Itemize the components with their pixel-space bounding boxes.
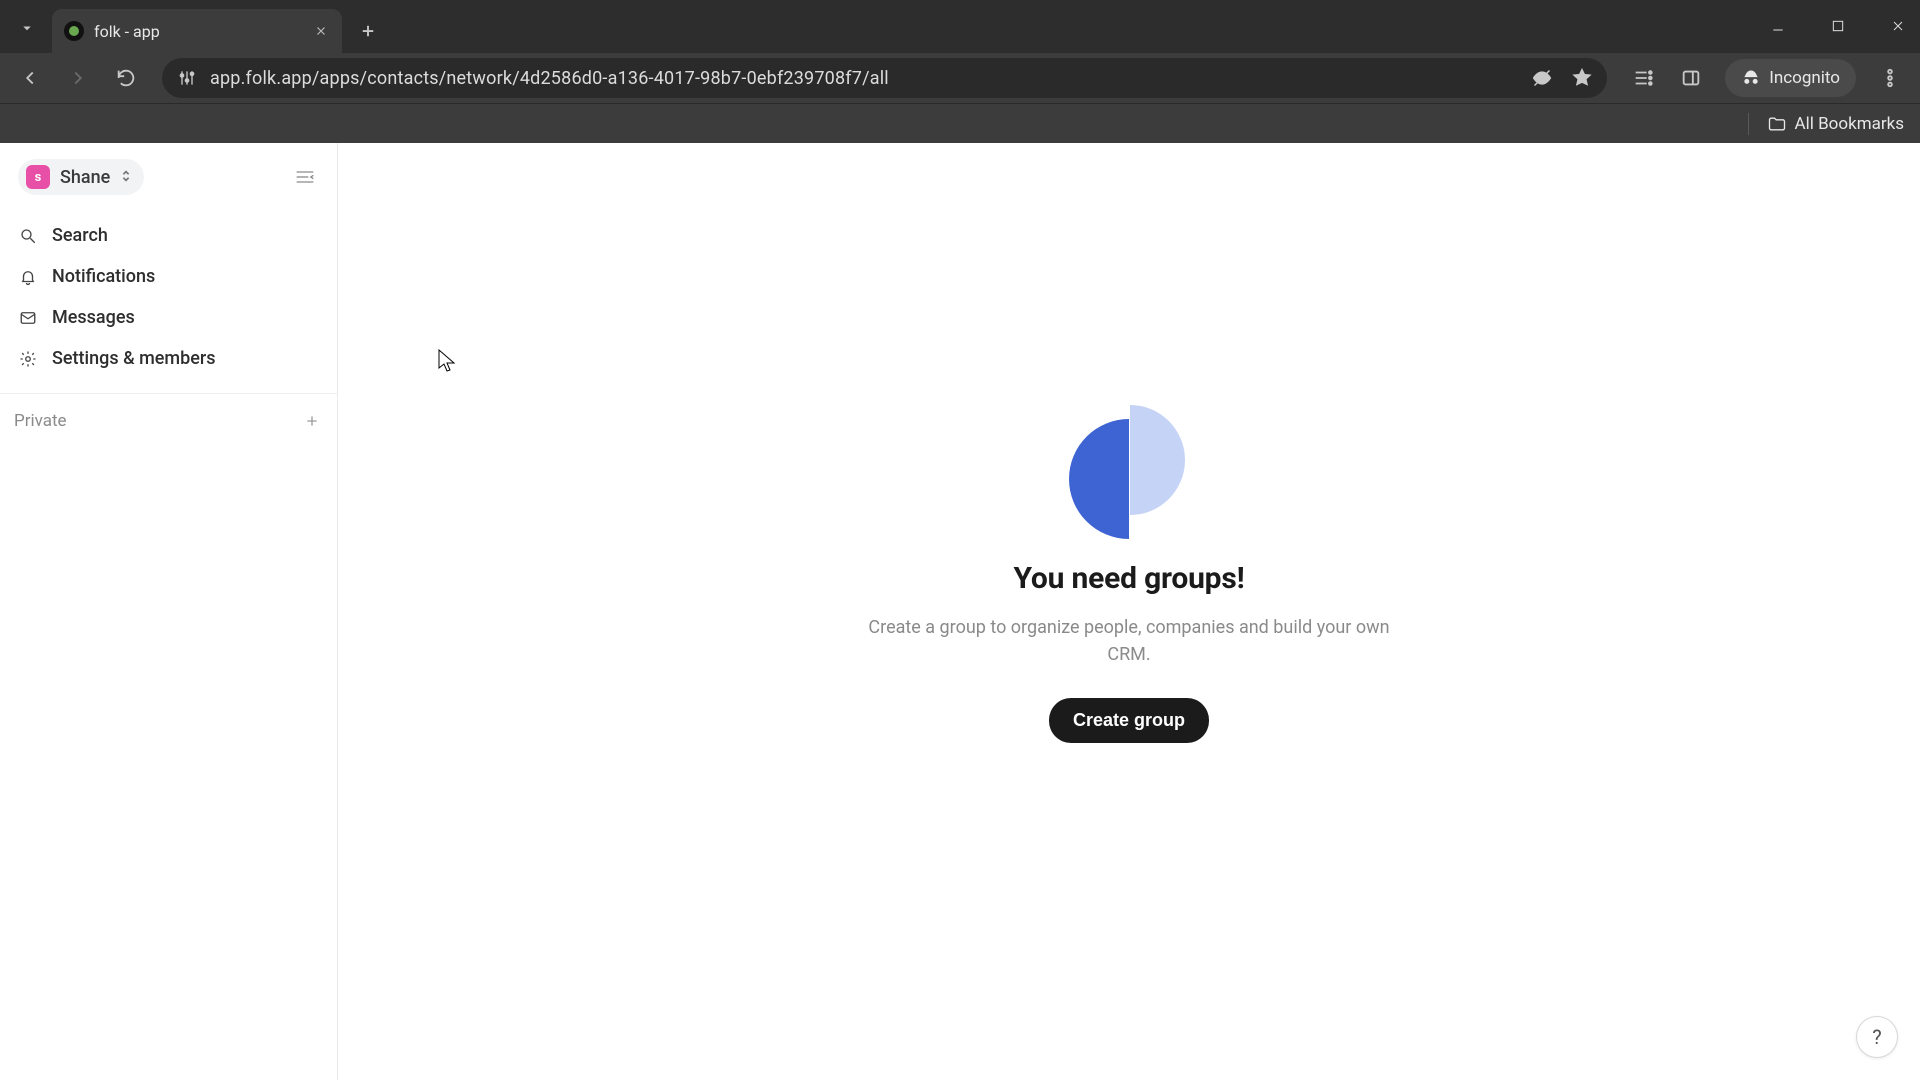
main-content: You need groups! Create a group to organ…	[338, 143, 1920, 1080]
bookmark-star-icon[interactable]	[1571, 67, 1593, 89]
tab-search-button[interactable]	[8, 9, 46, 47]
search-icon	[18, 226, 38, 246]
mail-icon	[18, 308, 38, 328]
sidebar-item-label: Messages	[52, 307, 135, 328]
sidebar-nav: Search Notifications Messages Settings &…	[0, 211, 337, 394]
maximize-button[interactable]	[1822, 10, 1854, 42]
pie-chart-illustration	[1069, 405, 1189, 525]
app-root: s Shane Search Notifications Message	[0, 143, 1920, 1080]
url-text: app.folk.app/apps/contacts/network/4d258…	[210, 68, 1519, 89]
new-tab-button[interactable]	[350, 13, 386, 49]
sidebar-item-messages[interactable]: Messages	[8, 297, 329, 338]
sidebar-item-label: Notifications	[52, 266, 155, 287]
sidebar-section-private: Private	[0, 394, 337, 448]
incognito-indicator[interactable]: Incognito	[1725, 59, 1856, 97]
bell-icon	[18, 267, 38, 287]
workspace-avatar: s	[26, 165, 50, 189]
divider	[1748, 113, 1749, 135]
site-settings-icon[interactable]	[176, 67, 198, 89]
back-button[interactable]	[10, 58, 50, 98]
sidebar-item-label: Search	[52, 225, 108, 246]
create-group-button[interactable]: Create group	[1049, 698, 1209, 743]
collapse-sidebar-button[interactable]	[291, 163, 319, 191]
empty-state-title: You need groups!	[849, 561, 1409, 596]
empty-state: You need groups! Create a group to organ…	[849, 405, 1409, 743]
side-panel-icon[interactable]	[1671, 58, 1711, 98]
sidebar-item-search[interactable]: Search	[8, 215, 329, 256]
add-private-group-button[interactable]	[301, 410, 323, 432]
mouse-cursor	[438, 349, 456, 375]
all-bookmarks-button[interactable]: All Bookmarks	[1767, 114, 1904, 134]
browser-tab[interactable]: folk - app	[52, 9, 342, 53]
sidebar-header: s Shane	[0, 143, 337, 211]
all-bookmarks-label: All Bookmarks	[1795, 114, 1904, 134]
address-bar[interactable]: app.folk.app/apps/contacts/network/4d258…	[162, 58, 1607, 98]
browser-toolbar: app.folk.app/apps/contacts/network/4d258…	[0, 53, 1920, 103]
eye-off-icon[interactable]	[1531, 67, 1553, 89]
sidebar-item-label: Settings & members	[52, 348, 215, 369]
chevron-updown-icon	[120, 168, 132, 187]
close-window-button[interactable]	[1882, 10, 1914, 42]
reading-list-icon[interactable]	[1623, 58, 1663, 98]
tab-favicon	[64, 21, 84, 41]
tab-title: folk - app	[94, 22, 302, 41]
reload-button[interactable]	[106, 58, 146, 98]
section-title: Private	[14, 411, 67, 431]
sidebar-item-settings[interactable]: Settings & members	[8, 338, 329, 379]
window-controls	[1762, 10, 1914, 42]
workspace-name: Shane	[60, 167, 110, 188]
help-button[interactable]: ?	[1856, 1016, 1898, 1058]
sidebar: s Shane Search Notifications Message	[0, 143, 338, 1080]
workspace-switcher[interactable]: s Shane	[18, 159, 144, 195]
gear-icon	[18, 349, 38, 369]
minimize-button[interactable]	[1762, 10, 1794, 42]
forward-button[interactable]	[58, 58, 98, 98]
browser-menu-button[interactable]	[1870, 58, 1910, 98]
tab-close-button[interactable]	[312, 22, 330, 40]
browser-chrome: folk - app app.folk.app/apps/contacts/ne…	[0, 0, 1920, 143]
sidebar-item-notifications[interactable]: Notifications	[8, 256, 329, 297]
tab-strip: folk - app	[0, 0, 1920, 53]
bookmarks-bar: All Bookmarks	[0, 103, 1920, 143]
incognito-label: Incognito	[1769, 68, 1840, 88]
empty-state-subtitle: Create a group to organize people, compa…	[849, 614, 1409, 668]
